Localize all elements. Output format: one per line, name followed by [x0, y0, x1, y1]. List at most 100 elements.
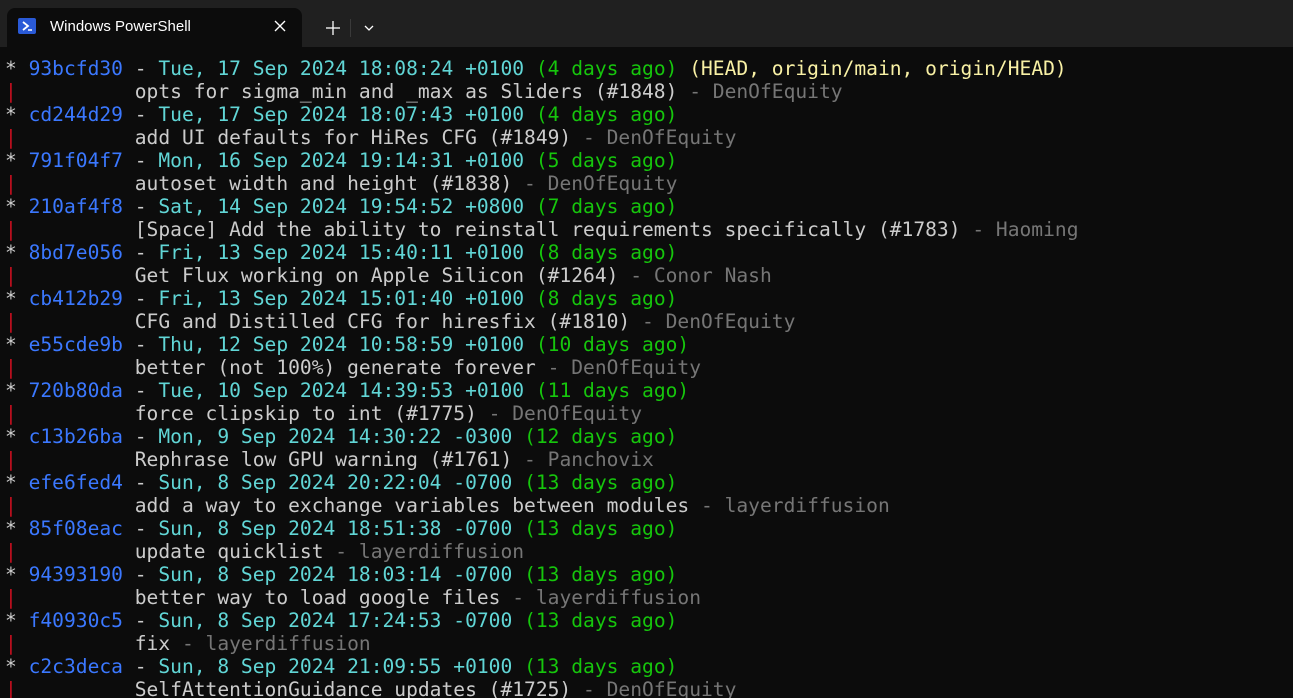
- commit-relative-date: (8 days ago): [535, 241, 678, 264]
- tab-windows-powershell[interactable]: Windows PowerShell: [7, 8, 302, 47]
- commit-message: update quicklist: [134, 540, 324, 563]
- commit-author: layerdiffusion: [724, 494, 890, 517]
- close-tab-button[interactable]: [269, 15, 291, 37]
- commit-date: Tue, 17 Sep 2024 18:08:24 +0100: [158, 57, 525, 80]
- commit-message-line: | autoset width and height (#1838) - Den…: [5, 172, 1079, 195]
- separator: -: [476, 402, 513, 425]
- tab-separator: [350, 19, 351, 37]
- commit-message: better way to load google files: [134, 586, 501, 609]
- powershell-icon: [18, 18, 36, 34]
- commit-message: fix: [134, 632, 171, 655]
- graph-node: *: [5, 517, 17, 540]
- separator: -: [170, 632, 206, 655]
- commit-relative-date: (13 days ago): [524, 609, 678, 632]
- tab-title: Windows PowerShell: [50, 18, 191, 35]
- separator: -: [122, 471, 159, 494]
- separator: -: [122, 379, 159, 402]
- commit-message: CFG and Distilled CFG for hiresfix (#181…: [134, 310, 631, 333]
- graph-edge: |: [5, 356, 17, 379]
- new-tab-button[interactable]: [319, 14, 347, 42]
- separator: -: [122, 287, 159, 310]
- separator: -: [512, 448, 548, 471]
- graph-node: *: [5, 379, 17, 402]
- separator: -: [122, 195, 159, 218]
- commit-header-line: * cb412b29 - Fri, 13 Sep 2024 15:01:40 +…: [5, 287, 1079, 310]
- commit-hash: 210af4f8: [28, 195, 123, 218]
- graph-edge: |: [5, 310, 17, 333]
- commit-date: Thu, 12 Sep 2024 10:58:59 +0100: [158, 333, 525, 356]
- commit-date: Sun, 8 Sep 2024 18:03:14 -0700: [158, 563, 513, 586]
- commit-date: Tue, 10 Sep 2024 14:39:53 +0100: [158, 379, 525, 402]
- commit-hash: f40930c5: [28, 609, 123, 632]
- commit-date: Sun, 8 Sep 2024 21:09:55 +0100: [158, 655, 513, 678]
- commit-relative-date: (8 days ago): [535, 287, 678, 310]
- commit-date: Sun, 8 Sep 2024 18:51:38 -0700: [158, 517, 513, 540]
- git-log-output: * 93bcfd30 - Tue, 17 Sep 2024 18:08:24 +…: [5, 57, 1079, 698]
- commit-message-line: | opts for sigma_min and _max as Sliders…: [5, 80, 1079, 103]
- commit-author: DenOfEquity: [606, 678, 737, 698]
- commit-relative-date: (13 days ago): [524, 563, 678, 586]
- graph-edge: |: [5, 494, 17, 517]
- commit-relative-date: (13 days ago): [524, 517, 678, 540]
- graph-edge: |: [5, 448, 17, 471]
- commit-date: Fri, 13 Sep 2024 15:01:40 +0100: [158, 287, 525, 310]
- commit-header-line: * 8bd7e056 - Fri, 13 Sep 2024 15:40:11 +…: [5, 241, 1079, 264]
- commit-message-line: | update quicklist - layerdiffusion: [5, 540, 1079, 563]
- graph-edge: |: [5, 172, 17, 195]
- commit-message: autoset width and height (#1838): [134, 172, 513, 195]
- commit-hash: c2c3deca: [28, 655, 123, 678]
- terminal-output[interactable]: * 93bcfd30 - Tue, 17 Sep 2024 18:08:24 +…: [0, 47, 1293, 698]
- commit-message: Get Flux working on Apple Silicon (#1264…: [134, 264, 619, 287]
- commit-message: SelfAttentionGuidance updates (#1725): [134, 678, 572, 698]
- graph-node: *: [5, 655, 17, 678]
- separator: -: [122, 425, 159, 448]
- commit-hash: cd244d29: [28, 103, 123, 126]
- commit-message-line: | Rephrase low GPU warning (#1761) - Pan…: [5, 448, 1079, 471]
- graph-edge: |: [5, 678, 17, 698]
- graph-edge: |: [5, 402, 17, 425]
- separator: -: [512, 172, 548, 195]
- commit-message-line: | add UI defaults for HiRes CFG (#1849) …: [5, 126, 1079, 149]
- commit-hash: e55cde9b: [28, 333, 123, 356]
- graph-edge: |: [5, 126, 17, 149]
- graph-edge: |: [5, 218, 17, 241]
- commit-author: layerdiffusion: [205, 632, 371, 655]
- commit-hash: cb412b29: [28, 287, 123, 310]
- separator: -: [122, 517, 159, 540]
- commit-header-line: * 85f08eac - Sun, 8 Sep 2024 18:51:38 -0…: [5, 517, 1079, 540]
- graph-node: *: [5, 609, 17, 632]
- graph-node: *: [5, 471, 17, 494]
- commit-hash: 85f08eac: [28, 517, 123, 540]
- commit-header-line: * c2c3deca - Sun, 8 Sep 2024 21:09:55 +0…: [5, 655, 1079, 678]
- commit-hash: 791f04f7: [28, 149, 123, 172]
- commit-message-line: | add a way to exchange variables betwee…: [5, 494, 1079, 517]
- commit-relative-date: (13 days ago): [524, 471, 678, 494]
- commit-message-line: | [Space] Add the ability to reinstall r…: [5, 218, 1079, 241]
- separator: -: [535, 356, 572, 379]
- separator: -: [571, 126, 607, 149]
- commit-message-line: | CFG and Distilled CFG for hiresfix (#1…: [5, 310, 1079, 333]
- commit-author: DenOfEquity: [512, 402, 643, 425]
- graph-edge: |: [5, 586, 17, 609]
- tab-dropdown-button[interactable]: [355, 14, 383, 42]
- commit-relative-date: (7 days ago): [535, 195, 678, 218]
- commit-header-line: * 791f04f7 - Mon, 16 Sep 2024 19:14:31 +…: [5, 149, 1079, 172]
- commit-header-line: * f40930c5 - Sun, 8 Sep 2024 17:24:53 -0…: [5, 609, 1079, 632]
- separator: -: [122, 149, 159, 172]
- commit-author: DenOfEquity: [606, 126, 737, 149]
- commit-message: better (not 100%) generate forever: [134, 356, 536, 379]
- commit-date: Mon, 16 Sep 2024 19:14:31 +0100: [158, 149, 525, 172]
- separator: -: [122, 333, 159, 356]
- separator: -: [122, 241, 159, 264]
- graph-node: *: [5, 241, 17, 264]
- commit-relative-date: (4 days ago): [535, 57, 678, 80]
- separator: -: [689, 494, 725, 517]
- separator: -: [677, 80, 713, 103]
- graph-node: *: [5, 195, 17, 218]
- commit-message: add UI defaults for HiRes CFG (#1849): [134, 126, 572, 149]
- commit-hash: 720b80da: [28, 379, 123, 402]
- separator: -: [960, 218, 996, 241]
- graph-edge: |: [5, 264, 17, 287]
- separator: -: [122, 655, 159, 678]
- commit-message: [Space] Add the ability to reinstall req…: [134, 218, 961, 241]
